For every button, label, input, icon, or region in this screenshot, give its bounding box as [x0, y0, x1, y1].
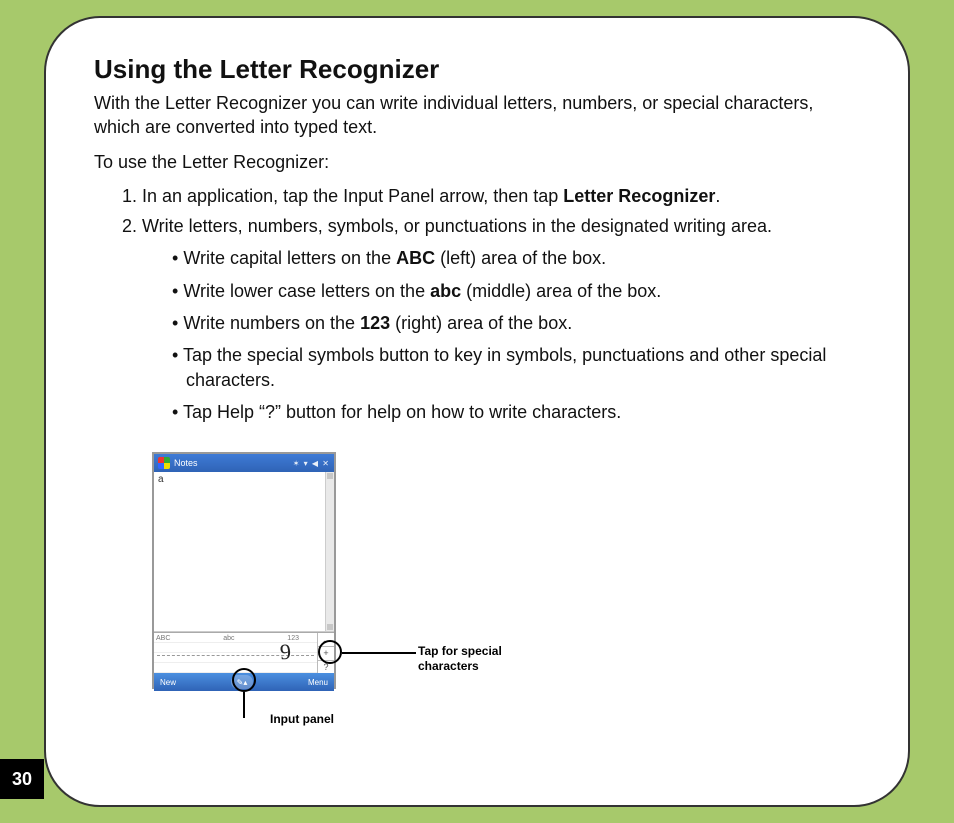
step-2: Write letters, numbers, symbols, or punc… — [142, 214, 860, 424]
bullet-help: Tap Help “?” button for help on how to w… — [172, 400, 860, 424]
callout-label-symbols: Tap for special characters — [418, 644, 502, 673]
b1-bold: ABC — [396, 248, 435, 268]
step-2-text: Write letters, numbers, symbols, or punc… — [142, 216, 772, 236]
page-card: Using the Letter Recognizer With the Let… — [44, 16, 910, 807]
page-title: Using the Letter Recognizer — [94, 54, 860, 85]
b3-bold: 123 — [360, 313, 390, 333]
b1-pre: Write capital letters on the — [183, 248, 396, 268]
typed-char: a — [158, 474, 164, 485]
callout-label-input-panel: Input panel — [270, 712, 334, 726]
device-content: a — [154, 472, 334, 632]
bullet-symbols: Tap the special symbols button to key in… — [172, 343, 860, 392]
step-1-bold: Letter Recognizer — [563, 186, 715, 206]
step-1: In an application, tap the Input Panel a… — [142, 184, 860, 208]
b3-post: (right) area of the box. — [390, 313, 572, 333]
zone-abc-lower: abc — [223, 635, 234, 642]
b2-post: (middle) area of the box. — [461, 281, 661, 301]
page-number: 30 — [0, 759, 44, 799]
intro-text: With the Letter Recognizer you can write… — [94, 91, 860, 140]
device-app-title: Notes — [174, 458, 289, 468]
bullet-123: Write numbers on the 123 (right) area of… — [172, 311, 860, 335]
device-titlebar: Notes ✶ ▾ ◀ ✕ — [154, 454, 334, 472]
softkey-right: Menu — [308, 678, 328, 687]
bullet-abc-lower: Write lower case letters on the abc (mid… — [172, 279, 860, 303]
writing-box: ABC abc 123 9 — [154, 633, 318, 673]
bullet-abc-upper: Write capital letters on the ABC (left) … — [172, 246, 860, 270]
zone-abc-upper: ABC — [156, 635, 170, 642]
figure: Notes ✶ ▾ ◀ ✕ a ABC abc 123 — [152, 452, 572, 742]
scrollbar — [325, 472, 334, 631]
step-1-post: . — [715, 186, 720, 206]
start-icon — [158, 457, 170, 469]
callout-line-symbols — [342, 652, 416, 654]
handwriting-glyph: 9 — [279, 639, 292, 666]
b1-post: (left) area of the box. — [435, 248, 606, 268]
callout-label-symbols-l1: Tap for special — [418, 644, 502, 658]
callout-circle-symbols — [318, 640, 342, 664]
softkey-left: New — [160, 678, 176, 687]
lead-in-text: To use the Letter Recognizer: — [94, 150, 860, 174]
callout-line-input-panel — [243, 692, 245, 718]
b3-pre: Write numbers on the — [183, 313, 360, 333]
step-1-pre: In an application, tap the Input Panel a… — [142, 186, 563, 206]
device-frame: Notes ✶ ▾ ◀ ✕ a ABC abc 123 — [152, 452, 336, 689]
b2-bold: abc — [430, 281, 461, 301]
input-panel-area: ABC abc 123 9 ← + ? — [154, 632, 334, 673]
device-status-icons: ✶ ▾ ◀ ✕ — [293, 459, 330, 468]
callout-label-symbols-l2: characters — [418, 659, 502, 673]
b2-pre: Write lower case letters on the — [183, 281, 430, 301]
